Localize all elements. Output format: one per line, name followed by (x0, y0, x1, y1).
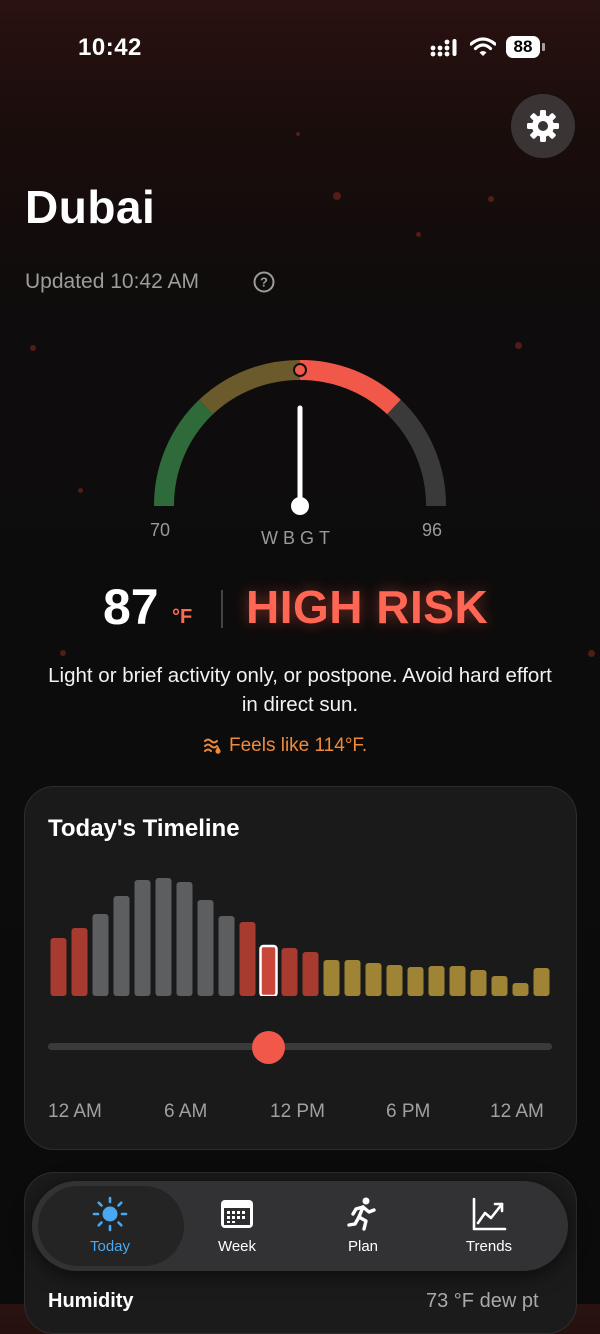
tab-label-week: Week (217, 1238, 257, 1255)
tab-label-plan: Plan (347, 1238, 379, 1255)
sun-icon (92, 1196, 128, 1232)
hour-bar[interactable] (365, 963, 382, 996)
tab-label-today: Today (89, 1238, 131, 1255)
settings-button[interactable] (511, 94, 575, 158)
timeline-label-6pm: 6 PM (386, 1101, 431, 1122)
hour-bar[interactable] (218, 916, 235, 996)
timeline-slider-track[interactable] (48, 1043, 552, 1050)
tab-week[interactable]: Week (187, 1196, 287, 1255)
timeline-label-start: 12 AM (48, 1101, 102, 1122)
hour-bar[interactable] (428, 966, 445, 996)
city-name: Dubai (25, 181, 156, 233)
hour-bar[interactable] (92, 914, 109, 996)
battery-level: 88 (513, 37, 533, 56)
timeline-label-end: 12 AM (490, 1101, 544, 1122)
hour-bar[interactable] (134, 880, 151, 996)
risk-level: HIGH RISK (246, 581, 489, 633)
tab-label-trends: Trends (465, 1238, 513, 1255)
timeline-label-6am: 6 AM (164, 1101, 208, 1122)
hour-bar[interactable] (407, 967, 424, 996)
gauge-arc-high (299, 359, 401, 415)
hour-bar[interactable] (470, 970, 487, 996)
hour-bar[interactable] (386, 965, 403, 996)
tab-trends[interactable]: Trends (439, 1196, 539, 1255)
hour-bar[interactable] (302, 952, 319, 996)
hour-bar[interactable] (50, 938, 67, 996)
hour-bar[interactable] (71, 928, 88, 996)
timeline-title: Today's Timeline (48, 815, 240, 842)
feels-like: Feels like 114°F. (203, 735, 367, 757)
gauge-arc-extreme (386, 399, 447, 507)
trend-chart-icon (472, 1197, 507, 1231)
tab-today[interactable]: Today (60, 1196, 160, 1255)
gauge-pivot (291, 497, 309, 515)
timeline-slider-thumb[interactable] (252, 1031, 285, 1064)
temperature-unit: °F (172, 606, 193, 628)
hour-bar[interactable] (239, 922, 256, 996)
hour-bar[interactable] (281, 948, 298, 996)
divider (221, 590, 223, 628)
hour-bar[interactable] (323, 960, 340, 996)
hour-bar[interactable] (176, 882, 193, 996)
timeline-label-noon: 12 PM (270, 1101, 325, 1122)
gear-icon (527, 110, 559, 142)
calendar-icon (221, 1200, 253, 1228)
gauge-min-label: 70 (150, 520, 171, 540)
hourly-bars-chart[interactable] (48, 860, 552, 996)
updated-timestamp: Updated 10:42 AM (25, 270, 199, 293)
heat-wave-icon (204, 738, 221, 754)
risk-advice: Light or brief activity only, or postpon… (48, 664, 552, 716)
gauge-max-label: 96 (422, 520, 443, 540)
hour-bar-selected[interactable] (259, 944, 278, 996)
hour-bar[interactable] (512, 983, 529, 996)
humidity-label: Humidity (48, 1290, 134, 1312)
temperature-value: 87 (103, 579, 159, 635)
tab-plan[interactable]: Plan (313, 1196, 413, 1255)
hour-bar[interactable] (197, 900, 214, 996)
cellular-signal-icon (430, 39, 457, 57)
battery-indicator: 88 (506, 36, 546, 58)
dew-point-value: 73 °F dew pt (426, 1290, 539, 1312)
hour-bar[interactable] (449, 966, 466, 996)
gauge-marker (293, 363, 307, 377)
help-icon[interactable]: ? (253, 271, 275, 293)
gauge-label: WBGT (261, 528, 335, 548)
gauge-arc-safe (153, 399, 214, 507)
wifi-icon (470, 37, 496, 56)
svg-text:?: ? (260, 275, 268, 290)
gauge-arc-caution (199, 359, 301, 415)
hour-bar[interactable] (113, 896, 130, 996)
feels-like-text: Feels like 114°F. (229, 735, 368, 756)
hour-bar[interactable] (155, 878, 172, 996)
runner-icon (347, 1197, 376, 1231)
hour-bar[interactable] (533, 968, 550, 996)
hour-bar[interactable] (344, 960, 361, 996)
hour-bar[interactable] (491, 976, 508, 996)
status-time: 10:42 (78, 34, 142, 61)
